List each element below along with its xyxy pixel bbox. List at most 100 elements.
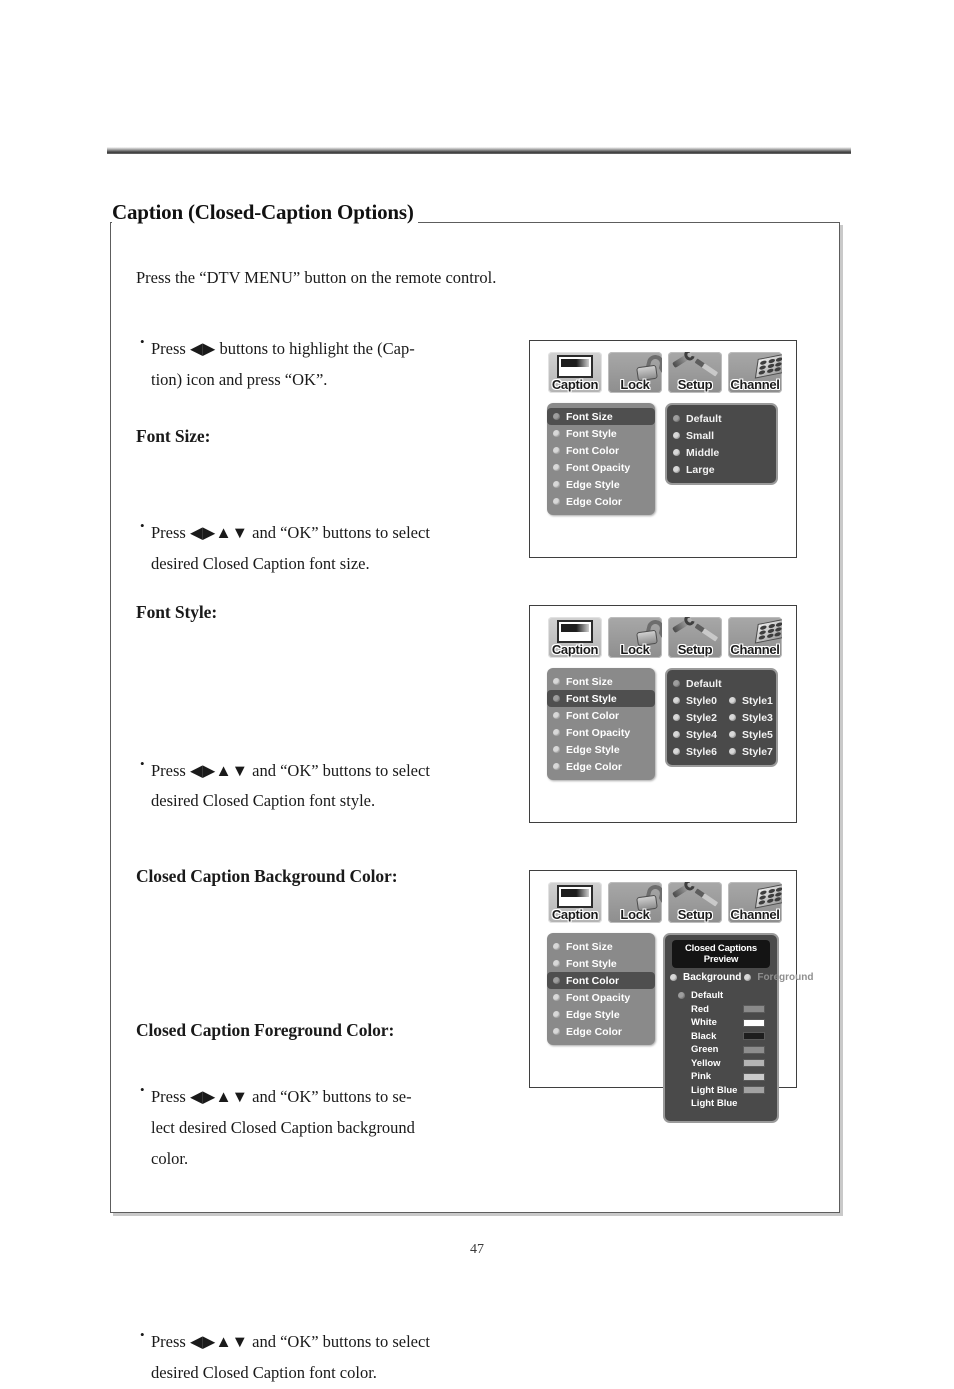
- caption-menu-item-label: Edge Color: [566, 495, 623, 508]
- osd-tab-setup[interactable]: Setup: [668, 617, 722, 658]
- osd-tab-lock[interactable]: Lock: [608, 617, 662, 658]
- caption-menu-item-font-color[interactable]: Font Color: [547, 972, 655, 989]
- osd-tab-caption[interactable]: Caption: [548, 352, 602, 393]
- osd-tab-bar: Caption Lock Setup Channel: [548, 617, 782, 658]
- caption-menu-item-edge-style[interactable]: Edge Style: [547, 476, 655, 493]
- caption-menu-item-font-color[interactable]: Font Color: [547, 707, 655, 724]
- color-option-white[interactable]: White: [670, 1016, 772, 1030]
- background-color-line1: Press ◀▶▲▼ and “OK” buttons to se-: [151, 1087, 412, 1107]
- osd-tab-channel[interactable]: Channel: [728, 617, 782, 658]
- osd-tab-setup[interactable]: Setup: [668, 882, 722, 923]
- caption-menu-item-label: Font Style: [566, 427, 617, 440]
- background-option-label[interactable]: Background: [683, 972, 741, 983]
- radio-dot-icon: [553, 447, 560, 454]
- caption-menu-item-font-size[interactable]: Font Size: [547, 938, 655, 955]
- color-option-label: Pink: [691, 1071, 712, 1083]
- caption-menu-item-label: Font Opacity: [566, 991, 631, 1004]
- font-color-options-panel[interactable]: Closed Captions Preview Background Foregro…: [663, 933, 813, 1123]
- caption-menu-item-font-style[interactable]: Font Style: [547, 955, 655, 972]
- background-color-line3: color.: [151, 1148, 189, 1168]
- color-option-light-blue[interactable]: Light Blue: [670, 1084, 772, 1098]
- caption-menu-item-font-opacity[interactable]: Font Opacity: [547, 459, 655, 476]
- caption-menu-item-font-opacity[interactable]: Font Opacity: [547, 989, 655, 1006]
- color-option-pink[interactable]: Pink: [670, 1070, 772, 1084]
- color-swatch: [743, 1086, 765, 1095]
- color-option-black[interactable]: Black: [670, 1030, 772, 1044]
- font-style-option-style4[interactable]: Style4: [667, 726, 723, 743]
- color-option-green[interactable]: Green: [670, 1043, 772, 1057]
- caption-menu-item-edge-style[interactable]: Edge Style: [547, 1006, 655, 1023]
- radio-dot-icon: [553, 1011, 560, 1018]
- osd-tab-lock[interactable]: Lock: [608, 352, 662, 393]
- header-rule: [107, 147, 851, 154]
- font-style-section: Font Style:: [136, 602, 466, 623]
- font-style-option-style1[interactable]: Style1: [723, 692, 779, 709]
- caption-menu-item-label: Font Color: [566, 709, 620, 722]
- font-style-bullet: • Press ◀▶▲▼ and “OK” buttons to select …: [136, 756, 466, 817]
- radio-dot-icon: [553, 464, 560, 471]
- osd-tab-caption[interactable]: Caption: [548, 882, 602, 923]
- caption-menu-item-font-style[interactable]: Font Style: [547, 690, 655, 707]
- background-foreground-toggle[interactable]: Background Foreground: [665, 972, 813, 986]
- font-style-grid: Style0 Style1 Style2 Style3 Style4 Style5 Styl…: [667, 692, 776, 760]
- font-size-option-middle[interactable]: Middle: [667, 444, 776, 461]
- font-style-line1: Press ◀▶▲▼ and “OK” buttons to select: [151, 760, 430, 780]
- caption-screen-icon: [557, 355, 593, 378]
- radio-dot-icon: [553, 729, 560, 736]
- color-option-label: Light Blue: [691, 1084, 738, 1096]
- color-option-light-blue[interactable]: Light Blue: [670, 1097, 772, 1111]
- color-swatch: [743, 1032, 765, 1041]
- font-style-option-style6[interactable]: Style6: [667, 743, 723, 760]
- osd-tab-setup[interactable]: Setup: [668, 352, 722, 393]
- caption-menu-item-edge-color[interactable]: Edge Color: [547, 493, 655, 510]
- background-color-line2: lect desired Closed Caption background: [151, 1117, 415, 1137]
- color-option-label: Red: [691, 1003, 709, 1015]
- foreground-color-bullet: • Press ◀▶▲▼ and “OK” buttons to select …: [136, 1327, 466, 1388]
- color-option-yellow[interactable]: Yellow: [670, 1057, 772, 1071]
- font-size-option-large[interactable]: Large: [667, 461, 776, 478]
- caption-menu-item-edge-color[interactable]: Edge Color: [547, 1023, 655, 1040]
- color-option-label: Light Blue: [691, 1098, 738, 1110]
- caption-menu-item-edge-style[interactable]: Edge Style: [547, 741, 655, 758]
- font-size-options-list[interactable]: Default Small Middle Large: [665, 403, 778, 485]
- radio-dot-icon: [553, 678, 560, 685]
- font-style-option-default[interactable]: Default: [667, 675, 776, 692]
- font-style-options-list[interactable]: Default Style0 Style1 Style2 Style3 Style4 Sty…: [665, 668, 778, 767]
- font-size-option-default[interactable]: Default: [667, 410, 776, 427]
- caption-step-bullet: • Press ◀▶ buttons to highlight the (Cap…: [136, 334, 466, 395]
- caption-menu-item-label: Edge Color: [566, 1025, 623, 1038]
- caption-menu-item-font-size[interactable]: Font Size: [547, 408, 655, 425]
- osd-tab-channel[interactable]: Channel: [728, 882, 782, 923]
- caption-menu-item-font-style[interactable]: Font Style: [547, 425, 655, 442]
- font-style-option-style0[interactable]: Style0: [667, 692, 723, 709]
- background-color-section: Closed Caption Background Color:: [136, 866, 496, 887]
- radio-dot-icon: [553, 960, 560, 967]
- font-style-option-style2[interactable]: Style2: [667, 709, 723, 726]
- caption-menu-item-font-size[interactable]: Font Size: [547, 673, 655, 690]
- caption-menu-item-label: Edge Style: [566, 743, 620, 756]
- color-option-red[interactable]: Red: [670, 1003, 772, 1017]
- foreground-color-line1: Press ◀▶▲▼ and “OK” buttons to select: [151, 1332, 430, 1352]
- caption-menu-item-label: Edge Color: [566, 760, 623, 773]
- font-style-option-label: Style4: [686, 728, 717, 741]
- caption-menu-item-edge-color[interactable]: Edge Color: [547, 758, 655, 775]
- osd-tab-caption[interactable]: Caption: [548, 617, 602, 658]
- osd-tab-channel[interactable]: Channel: [728, 352, 782, 393]
- caption-menu-list[interactable]: Font Size Font Style Font Color Font Opacit…: [547, 668, 655, 780]
- radio-dot-icon: [553, 481, 560, 488]
- caption-menu-item-font-color[interactable]: Font Color: [547, 442, 655, 459]
- caption-menu-list[interactable]: Font Size Font Style Font Color Font Opacit…: [547, 403, 655, 515]
- color-option-default[interactable]: Default: [670, 989, 772, 1003]
- caption-menu-list[interactable]: Font Size Font Style Font Color Font Opacit…: [547, 933, 655, 1045]
- osd-tab-lock[interactable]: Lock: [608, 882, 662, 923]
- caption-menu-item-label: Font Style: [566, 957, 617, 970]
- caption-menu-item-font-opacity[interactable]: Font Opacity: [547, 724, 655, 741]
- font-style-option-style3[interactable]: Style3: [723, 709, 779, 726]
- foreground-option-label[interactable]: Foreground: [757, 972, 813, 983]
- font-style-option-style7[interactable]: Style7: [723, 743, 779, 760]
- font-size-option-small[interactable]: Small: [667, 427, 776, 444]
- caption-menu-item-label: Font Opacity: [566, 726, 631, 739]
- radio-dot-icon: [553, 763, 560, 770]
- osd-tab-label: Lock: [620, 907, 650, 922]
- font-style-option-style5[interactable]: Style5: [723, 726, 779, 743]
